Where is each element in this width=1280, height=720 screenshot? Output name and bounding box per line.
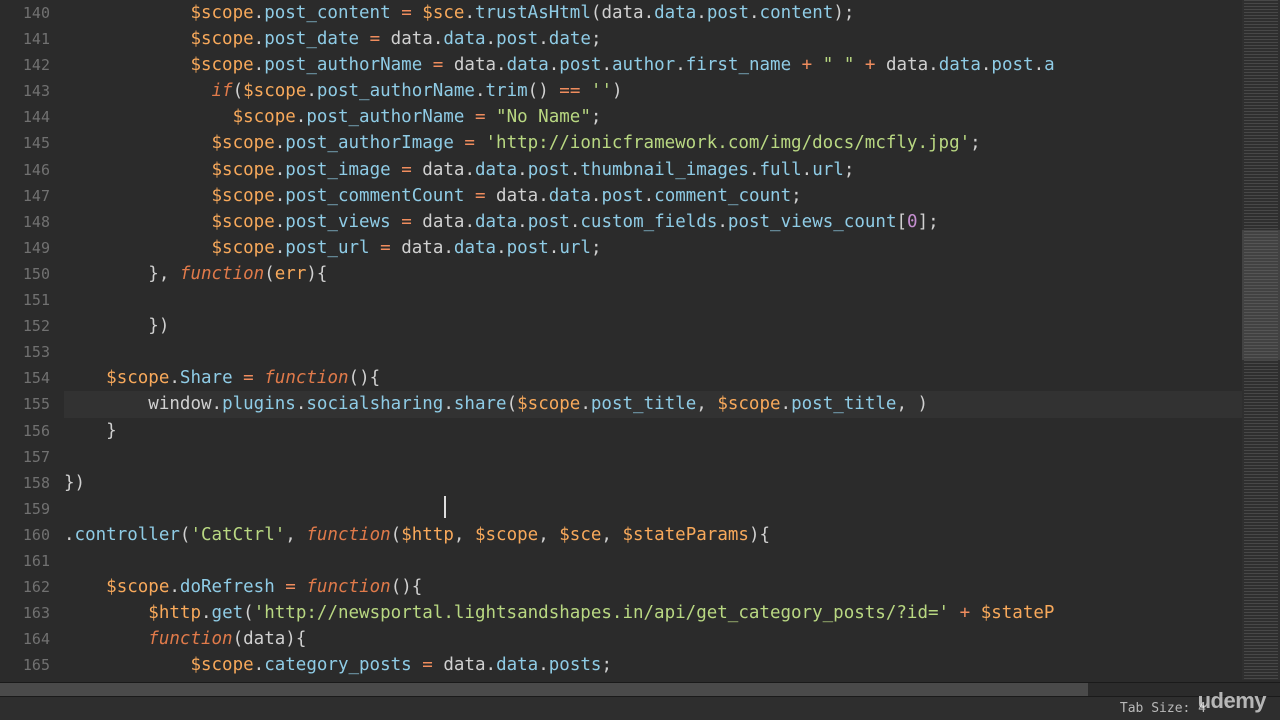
line-number: 151 <box>0 287 64 313</box>
code-line[interactable]: }) <box>64 313 1242 339</box>
status-tab-size[interactable]: Tab Size: 4 <box>1120 701 1206 716</box>
line-number: 155 <box>0 391 64 417</box>
code-line[interactable]: $scope.post_authorImage = 'http://ionicf… <box>64 130 1242 156</box>
line-number: 149 <box>0 235 64 261</box>
line-number: 159 <box>0 496 64 522</box>
code-line[interactable]: $scope.post_authorName = "No Name"; <box>64 104 1242 130</box>
code-line[interactable]: }, function(err){ <box>64 261 1242 287</box>
code-line[interactable]: $scope.post_authorName = data.data.post.… <box>64 52 1242 78</box>
horizontal-scrollbar-thumb[interactable] <box>0 683 1088 696</box>
line-number: 146 <box>0 157 64 183</box>
code-line[interactable]: $scope.Share = function(){ <box>64 365 1242 391</box>
line-number: 144 <box>0 104 64 130</box>
line-number: 164 <box>0 626 64 652</box>
line-number: 156 <box>0 418 64 444</box>
code-line[interactable] <box>64 548 1242 574</box>
code-line[interactable]: $scope.post_image = data.data.post.thumb… <box>64 157 1242 183</box>
code-line[interactable] <box>64 444 1242 470</box>
line-number: 141 <box>0 26 64 52</box>
code-line[interactable]: $scope.post_views = data.data.post.custo… <box>64 209 1242 235</box>
line-number: 153 <box>0 339 64 365</box>
line-number: 154 <box>0 365 64 391</box>
line-number: 157 <box>0 444 64 470</box>
line-number: 163 <box>0 600 64 626</box>
line-number: 162 <box>0 574 64 600</box>
line-number: 165 <box>0 652 64 678</box>
line-number: 148 <box>0 209 64 235</box>
line-number: 152 <box>0 313 64 339</box>
line-number: 147 <box>0 183 64 209</box>
code-line[interactable] <box>64 496 1242 522</box>
line-number: 161 <box>0 548 64 574</box>
line-number-gutter: 1401411421431441451461471481491501511521… <box>0 0 64 680</box>
minimap[interactable] <box>1242 0 1280 680</box>
line-number: 145 <box>0 130 64 156</box>
code-line[interactable]: $scope.category_posts = data.data.posts; <box>64 652 1242 678</box>
code-line[interactable]: $scope.post_content = $sce.trustAsHtml(d… <box>64 0 1242 26</box>
code-line[interactable]: $scope.post_commentCount = data.data.pos… <box>64 183 1242 209</box>
code-line[interactable]: }) <box>64 470 1242 496</box>
line-number: 150 <box>0 261 64 287</box>
code-line[interactable]: if($scope.post_authorName.trim() == '') <box>64 78 1242 104</box>
code-area[interactable]: $scope.post_content = $sce.trustAsHtml(d… <box>64 0 1242 680</box>
code-line[interactable]: } <box>64 418 1242 444</box>
code-line[interactable]: $http.get('http://newsportal.lightsandsh… <box>64 600 1242 626</box>
line-number: 142 <box>0 52 64 78</box>
line-number: 140 <box>0 0 64 26</box>
code-line[interactable]: $scope.doRefresh = function(){ <box>64 574 1242 600</box>
text-cursor <box>444 496 446 518</box>
line-number: 160 <box>0 522 64 548</box>
code-line[interactable] <box>64 287 1242 313</box>
status-bar: Tab Size: 4 <box>0 696 1280 720</box>
code-line[interactable]: window.plugins.socialsharing.share($scop… <box>64 391 1242 417</box>
minimap-viewport[interactable] <box>1242 230 1280 360</box>
code-line[interactable]: $scope.post_date = data.data.post.date; <box>64 26 1242 52</box>
code-editor: 1401411421431441451461471481491501511521… <box>0 0 1280 680</box>
code-line[interactable]: $scope.post_url = data.data.post.url; <box>64 235 1242 261</box>
code-line[interactable]: .controller('CatCtrl', function($http, $… <box>64 522 1242 548</box>
code-line[interactable]: function(data){ <box>64 626 1242 652</box>
line-number: 158 <box>0 470 64 496</box>
code-line[interactable] <box>64 339 1242 365</box>
horizontal-scrollbar[interactable] <box>0 682 1280 696</box>
line-number: 143 <box>0 78 64 104</box>
